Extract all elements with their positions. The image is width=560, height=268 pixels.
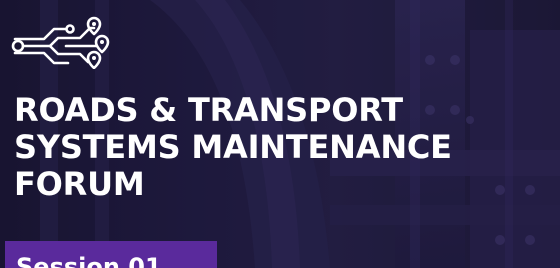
circuit-road-pins-icon [11, 16, 110, 69]
event-title: ROADS & TRANSPORT SYSTEMS MAINTENANCE FO… [14, 91, 452, 203]
session-badge: Session 01 [5, 241, 217, 268]
session-label: Session 01 [16, 253, 162, 268]
event-banner: ROADS & TRANSPORT SYSTEMS MAINTENANCE FO… [0, 0, 560, 268]
